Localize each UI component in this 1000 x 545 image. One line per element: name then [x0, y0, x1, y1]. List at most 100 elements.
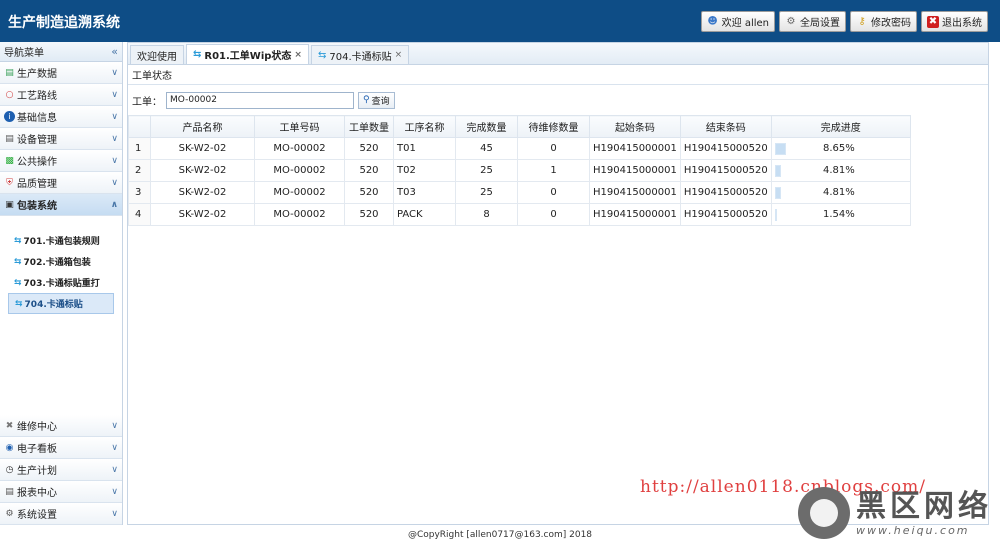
logout-button[interactable]: ✖ 退出系统 [921, 11, 988, 32]
user-icon: ☻ [707, 15, 718, 27]
packaging-submenu: ⇆ 701.卡通包装规则 ⇆ 702.卡通箱包装 ⇆ 703.卡通标贴重打 ⇆ … [0, 216, 122, 428]
wip-status-table: 产品名称 工单号码 工单数量 工序名称 完成数量 待维修数量 起始条码 结束条码… [128, 115, 911, 226]
cell-end-barcode: H190415000520 [679, 203, 772, 226]
cell-start-barcode: H190415000001 [589, 181, 681, 204]
progress-bar [774, 142, 786, 155]
package-icon: ▣ [5, 199, 14, 210]
cell-start-barcode: H190415000001 [589, 203, 681, 226]
swap-arrows-icon: ⇆ [14, 256, 22, 267]
col-header-start-barcode[interactable]: 起始条码 [589, 115, 681, 138]
tab-wip-status[interactable]: ⇆ R01.工单Wip状态 × [186, 44, 309, 64]
col-header-repair[interactable]: 待维修数量 [517, 115, 590, 138]
shield-icon: ⛨ [6, 177, 13, 188]
sidebar-item-process-route[interactable]: ○ 工艺路线 ∨ [0, 84, 122, 106]
sidebar-item-report-center[interactable]: ▤ 报表中心 ∨ [0, 481, 122, 503]
col-header-progress[interactable]: 完成进度 [770, 115, 911, 138]
col-header-qty[interactable]: 工单数量 [344, 115, 394, 138]
swap-arrows-icon: ⇆ [15, 298, 23, 309]
search-button[interactable]: ⚲ 查询 [358, 91, 395, 109]
row-number: 1 [128, 137, 151, 160]
cell-progress: 4.81% [770, 181, 911, 204]
tab-welcome[interactable]: 欢迎使用 [130, 45, 184, 64]
sidebar-item-repair-center[interactable]: ✖ 维修中心 ∨ [0, 415, 122, 437]
search-icon: ⚲ [363, 95, 370, 105]
board-icon: ◉ [5, 442, 14, 453]
welcome-user-button[interactable]: ☻ 欢迎 allen [700, 11, 775, 32]
sidebar-item-basic-info[interactable]: i 基础信息 ∨ [0, 106, 122, 128]
cell-order: MO-00002 [254, 159, 345, 182]
route-icon: ○ [5, 89, 14, 100]
chevron-down-icon: ∨ [111, 67, 118, 78]
exit-icon: ✖ [927, 15, 939, 28]
chevron-down-icon: ∨ [111, 420, 118, 431]
order-input[interactable] [166, 91, 354, 109]
chevron-up-icon: ∧ [110, 199, 118, 210]
cell-process: PACK [393, 203, 456, 226]
chevron-down-icon: ∨ [111, 133, 118, 144]
puzzle-icon: ▩ [5, 155, 14, 166]
col-header-product[interactable]: 产品名称 [150, 115, 255, 138]
table-row[interactable]: 4 SK-W2-02 MO-00002 520 PACK 8 0 H190415000001 H… [128, 203, 911, 226]
sidebar-item-system-settings[interactable]: ⚙ 系统设置 ∨ [0, 503, 122, 525]
sidebar-item-electronic-board[interactable]: ◉ 电子看板 ∨ [0, 437, 122, 459]
table-row[interactable]: 1 SK-W2-02 MO-00002 520 T01 45 0 H190415000001 H… [128, 137, 911, 160]
cell-repair: 1 [517, 159, 590, 182]
sidebar-bottom-group: ✖ 维修中心 ∨ ◉ 电子看板 ∨ ◷ 生产计划 ∨ ▤ 报表中心 ∨ ⚙ 系统… [0, 415, 122, 525]
panel-title: 工单状态 [128, 65, 988, 85]
chevron-down-icon: ∨ [111, 508, 118, 519]
cell-done: 45 [455, 137, 518, 160]
close-icon[interactable]: × [294, 50, 302, 60]
report-icon: ▤ [5, 486, 14, 497]
sidebar-item-public-operations[interactable]: ▩ 公共操作 ∨ [0, 150, 122, 172]
progress-percent: 4.81% [822, 165, 855, 176]
chevron-down-icon: ∨ [111, 111, 118, 122]
table-header-row: 产品名称 工单号码 工单数量 工序名称 完成数量 待维修数量 起始条码 结束条码… [128, 115, 911, 138]
cell-done: 8 [455, 203, 518, 226]
row-number: 3 [128, 181, 151, 204]
sidebar-item-quality-management[interactable]: ⛨ 品质管理 ∨ [0, 172, 122, 194]
change-password-button[interactable]: ⚷ 修改密码 [850, 11, 917, 32]
col-header-order[interactable]: 工单号码 [254, 115, 345, 138]
cell-product: SK-W2-02 [150, 159, 255, 182]
app-title: 生产制造追溯系统 [8, 15, 120, 31]
cell-product: SK-W2-02 [150, 203, 255, 226]
global-settings-button[interactable]: ⚙ 全局设置 [779, 11, 846, 32]
tab-bar: 欢迎使用 ⇆ R01.工单Wip状态 × ⇆ 704.卡通标贴 × [128, 43, 988, 65]
sidebar-item-production-plan[interactable]: ◷ 生产计划 ∨ [0, 459, 122, 481]
cell-qty: 520 [344, 203, 394, 226]
cell-repair: 0 [517, 181, 590, 204]
swap-arrows-icon: ⇆ [193, 49, 202, 60]
close-icon[interactable]: × [395, 50, 403, 60]
collapse-sidebar-icon[interactable]: « [111, 45, 118, 58]
submenu-item-701[interactable]: ⇆ 701.卡通包装规则 [8, 230, 114, 251]
progress-bar [774, 186, 781, 199]
col-header-done[interactable]: 完成数量 [455, 115, 518, 138]
table-row[interactable]: 3 SK-W2-02 MO-00002 520 T03 25 0 H190415000001 H… [128, 181, 911, 204]
cell-qty: 520 [344, 181, 394, 204]
cell-progress: 4.81% [770, 159, 911, 182]
cell-end-barcode: H190415000520 [679, 137, 772, 160]
sidebar-item-packaging-system[interactable]: ▣ 包装系统 ∧ [0, 194, 122, 216]
submenu-item-703[interactable]: ⇆ 703.卡通标贴重打 [8, 272, 114, 293]
cell-process: T01 [393, 137, 456, 160]
chevron-down-icon: ∨ [111, 177, 118, 188]
submenu-item-702[interactable]: ⇆ 702.卡通箱包装 [8, 251, 114, 272]
sidebar-item-device-management[interactable]: ▤ 设备管理 ∨ [0, 128, 122, 150]
swap-arrows-icon: ⇆ [14, 235, 22, 246]
submenu-item-704[interactable]: ⇆ 704.卡通标贴 [8, 293, 114, 314]
chevron-down-icon: ∨ [111, 442, 118, 453]
cell-done: 25 [455, 181, 518, 204]
col-header-end-barcode[interactable]: 结束条码 [679, 115, 772, 138]
cell-end-barcode: H190415000520 [679, 159, 772, 182]
table-body: 1 SK-W2-02 MO-00002 520 T01 45 0 H190415000001 H… [128, 137, 911, 226]
table-row[interactable]: 2 SK-W2-02 MO-00002 520 T02 25 1 H190415000001 H… [128, 159, 911, 182]
sidebar-item-production-data[interactable]: ▤ 生产数据 ∨ [0, 62, 122, 84]
tab-carton-label[interactable]: ⇆ 704.卡通标贴 × [310, 45, 410, 64]
progress-percent: 4.81% [822, 187, 855, 198]
sidebar-nav: 导航菜单 « ▤ 生产数据 ∨ ○ 工艺路线 ∨ i 基础信息 ∨ ▤ 设备管理… [0, 42, 123, 525]
col-header-process[interactable]: 工序名称 [393, 115, 456, 138]
cell-start-barcode: H190415000001 [589, 159, 681, 182]
cell-product: SK-W2-02 [150, 181, 255, 204]
progress-bar [774, 208, 777, 221]
col-header-rownum [128, 115, 151, 138]
